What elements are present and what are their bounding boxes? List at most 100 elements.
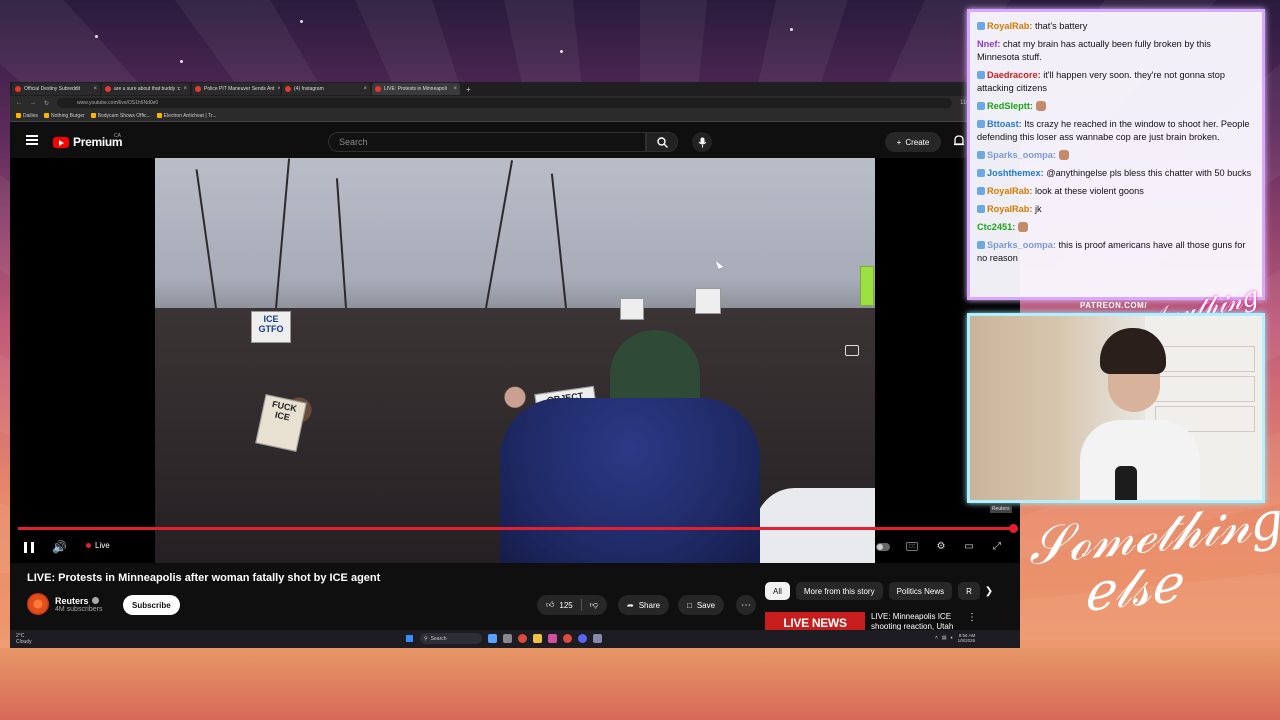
windows-taskbar: 2°C Cloudy ⚲ Search ˄ ▤ 🔈︎ 8:56 AM 1/8/2… bbox=[10, 630, 1020, 648]
settings-icon[interactable] bbox=[593, 634, 602, 643]
theater-mode-icon[interactable]: ▭ bbox=[962, 540, 976, 553]
chat-emote-icon bbox=[1035, 101, 1046, 111]
settings-gear-icon[interactable]: ⚙ bbox=[934, 540, 948, 553]
file-explorer-icon[interactable] bbox=[533, 634, 542, 643]
filter-chip[interactable]: R bbox=[958, 582, 980, 600]
notifications-bell-icon[interactable] bbox=[952, 134, 966, 148]
chat-username[interactable]: Daedracore bbox=[987, 70, 1038, 80]
search-input[interactable]: Search bbox=[328, 132, 646, 152]
star bbox=[95, 35, 98, 38]
taskbar-clock[interactable]: 8:56 AM 1/8/2026 bbox=[958, 633, 976, 643]
youtube-play-icon bbox=[53, 136, 69, 148]
close-icon[interactable]: × bbox=[363, 86, 367, 92]
chat-username[interactable]: Nnef bbox=[977, 39, 997, 49]
chat-username[interactable]: Sparks_oompa bbox=[987, 240, 1053, 250]
url-field[interactable]: www.youtube.com/live/OS1h6Nd0e0 bbox=[57, 98, 953, 108]
subscribe-button[interactable]: Subscribe bbox=[123, 595, 180, 615]
subscriber-badge-icon bbox=[977, 241, 985, 249]
chrome-icon[interactable] bbox=[518, 634, 527, 643]
browser-icon[interactable] bbox=[563, 634, 572, 643]
back-icon[interactable]: ← bbox=[16, 100, 22, 106]
widgets-icon[interactable] bbox=[488, 634, 497, 643]
task-view-icon[interactable] bbox=[503, 634, 512, 643]
chat-message: RoyalRab: look at these violent goons bbox=[977, 185, 1255, 198]
chat-username[interactable]: Ctc2451 bbox=[977, 222, 1012, 232]
browser-tab[interactable]: LIVE: Protests in Minneapoli × bbox=[372, 83, 460, 95]
autoplay-toggle[interactable] bbox=[876, 540, 890, 553]
video-player[interactable]: ICE GTFO FUCK ICE OBJECT bbox=[10, 158, 1020, 563]
video-frame[interactable]: ICE GTFO FUCK ICE OBJECT bbox=[155, 158, 875, 563]
discord-icon[interactable] bbox=[578, 634, 587, 643]
bookmark-item[interactable]: Electron Anticheat | Tr... bbox=[156, 113, 216, 119]
bookmarks-bar: Dailies Nothing Burger Bodycam Shows Offic… bbox=[10, 110, 1020, 122]
bookmark-label: Dailies bbox=[23, 112, 39, 119]
save-button[interactable]: □ Save bbox=[678, 595, 725, 615]
create-button[interactable]: + Create bbox=[885, 132, 941, 152]
volume-icon[interactable]: 🔊 bbox=[52, 540, 68, 554]
voice-search-button[interactable] bbox=[692, 132, 712, 152]
save-label: Save bbox=[696, 600, 716, 610]
thumbs-down-icon[interactable]: 👎︎ bbox=[590, 600, 598, 610]
chevron-up-icon[interactable]: ˄ bbox=[935, 635, 938, 641]
app-icon[interactable] bbox=[548, 634, 557, 643]
chat-username[interactable]: Bttoast bbox=[987, 119, 1019, 129]
channel-info[interactable]: Reuters 4M subscribers bbox=[27, 593, 102, 615]
streamer-hair bbox=[1100, 328, 1166, 374]
live-progress-bar[interactable] bbox=[18, 527, 1014, 530]
chat-username[interactable]: RoyalRab bbox=[987, 186, 1029, 196]
network-icon[interactable]: ▤ bbox=[942, 635, 947, 641]
fullscreen-icon[interactable]: ⤢ bbox=[990, 540, 1004, 553]
taskbar-search[interactable]: ⚲ Search bbox=[420, 633, 482, 644]
star bbox=[180, 60, 183, 63]
browser-tab[interactable]: (4) Instagram × bbox=[282, 83, 370, 95]
share-button[interactable]: ➦ Share bbox=[618, 595, 670, 615]
browser-tab[interactable]: Police PIT Maneuver Sends Ant × bbox=[192, 83, 280, 95]
close-icon[interactable]: × bbox=[183, 86, 187, 92]
subscriber-count: 4M subscribers bbox=[55, 605, 103, 613]
filter-chip[interactable]: All bbox=[765, 582, 790, 600]
tab-label: LIVE: Protests in Minneapoli bbox=[384, 86, 447, 92]
pause-icon[interactable] bbox=[24, 542, 34, 553]
search-button[interactable] bbox=[646, 132, 678, 152]
chat-username[interactable]: RoyalRab bbox=[987, 204, 1029, 214]
progress-scrubber-handle[interactable] bbox=[1009, 524, 1018, 533]
like-button[interactable]: 👍︎ 125 👎︎ bbox=[537, 595, 607, 615]
chat-username[interactable]: Joshthemex bbox=[987, 168, 1041, 178]
youtube-logo[interactable]: Premium bbox=[53, 135, 123, 149]
stream-chat: RoyalRab: that's battery Nnef: chat my br… bbox=[967, 9, 1265, 300]
captions-button[interactable]: CC bbox=[905, 540, 919, 553]
chevron-right-icon[interactable]: ❯ bbox=[980, 582, 998, 600]
live-indicator[interactable]: Live bbox=[86, 541, 110, 550]
chat-username[interactable]: RedSleptt bbox=[987, 101, 1030, 111]
tree bbox=[550, 173, 567, 309]
close-icon[interactable]: × bbox=[93, 86, 97, 92]
patreon-label: PATREON.COM/ bbox=[1080, 301, 1148, 310]
more-actions-button[interactable]: ⋯ bbox=[736, 595, 756, 615]
speaker-icon[interactable]: 🔈︎ bbox=[951, 635, 954, 641]
region-label: CA bbox=[114, 133, 121, 139]
bookmark-item[interactable]: Nothing Burger bbox=[44, 113, 85, 119]
browser-tab[interactable]: Official Destiny Subreddit × bbox=[12, 83, 100, 95]
new-tab-icon[interactable]: + bbox=[462, 85, 475, 94]
reload-icon[interactable]: ↻ bbox=[44, 100, 49, 107]
filter-chip[interactable]: More from this story bbox=[795, 582, 883, 600]
picture-in-picture-icon[interactable] bbox=[845, 345, 859, 356]
windows-start-icon[interactable] bbox=[405, 634, 414, 643]
chat-text: jk bbox=[1035, 204, 1042, 214]
channel-name[interactable]: Reuters bbox=[55, 596, 102, 606]
weather-widget[interactable]: 2°C Cloudy bbox=[16, 633, 32, 645]
close-icon[interactable]: × bbox=[278, 86, 280, 92]
subscriber-badge-icon bbox=[977, 187, 985, 195]
microphone bbox=[1115, 466, 1137, 500]
chat-username[interactable]: RoyalRab bbox=[987, 21, 1029, 31]
bookmark-item[interactable]: Bodycam Shows Offic... bbox=[90, 113, 151, 119]
channel-avatar[interactable] bbox=[27, 593, 49, 615]
bookmark-item[interactable]: Dailies bbox=[16, 113, 38, 119]
forward-icon[interactable]: → bbox=[30, 100, 36, 106]
close-icon[interactable]: × bbox=[453, 86, 457, 92]
hamburger-menu-icon[interactable] bbox=[26, 135, 38, 145]
chat-username[interactable]: Sparks_oompa bbox=[987, 150, 1053, 160]
browser-tab[interactable]: are u sure about that buddy :c × bbox=[102, 83, 190, 95]
filter-chip[interactable]: Politics News bbox=[888, 582, 953, 600]
tree bbox=[275, 158, 291, 309]
